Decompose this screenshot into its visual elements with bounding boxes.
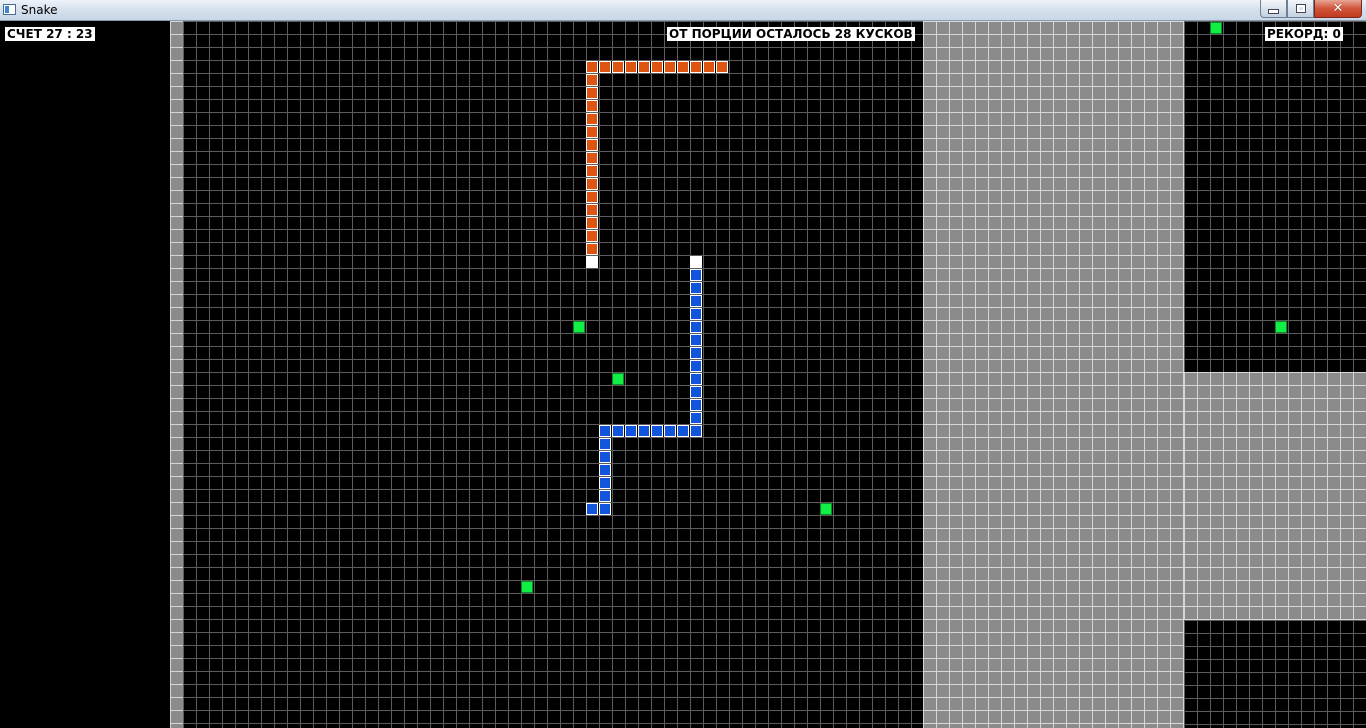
snake-blue-segment xyxy=(664,425,676,437)
food-item xyxy=(573,321,585,333)
snake-orange-segment xyxy=(690,61,702,73)
snake-orange-segment xyxy=(586,87,598,99)
app-icon xyxy=(3,4,16,15)
snake-blue-segment xyxy=(677,425,689,437)
snake-blue-segment xyxy=(690,360,702,372)
snake-blue-segment xyxy=(690,334,702,346)
snake-blue-segment xyxy=(690,282,702,294)
right-wall-block xyxy=(1184,372,1366,620)
snake-orange-segment xyxy=(586,113,598,125)
snake-blue-segment xyxy=(690,295,702,307)
wall-block xyxy=(923,21,1184,728)
snake-orange-segment xyxy=(716,61,728,73)
close-icon: ✕ xyxy=(1332,1,1344,16)
snake-blue-segment xyxy=(638,425,650,437)
snake-orange-segment xyxy=(625,61,637,73)
right-field-bottom xyxy=(1184,620,1366,728)
snake-blue-segment xyxy=(599,425,611,437)
left-panel xyxy=(0,21,170,728)
snake-orange-segment xyxy=(586,126,598,138)
snake-orange-segment xyxy=(651,61,663,73)
food-item xyxy=(1275,321,1287,333)
snake-blue-segment xyxy=(690,321,702,333)
right-field-top xyxy=(1184,21,1366,372)
snake-orange-segment xyxy=(586,152,598,164)
snake-blue-segment xyxy=(690,347,702,359)
snake-blue-head xyxy=(690,256,702,268)
snake-orange-segment xyxy=(586,204,598,216)
snake-orange-segment xyxy=(664,61,676,73)
snake-orange-segment xyxy=(586,217,598,229)
food-item xyxy=(820,503,832,515)
game-area[interactable]: СЧЕТ 27 : 23 ОТ ПОРЦИИ ОСТАЛОСЬ 28 КУСКО… xyxy=(0,21,1366,728)
snake-orange-segment xyxy=(586,178,598,190)
snake-blue-segment xyxy=(690,399,702,411)
snake-blue-segment xyxy=(651,425,663,437)
snake-blue-segment xyxy=(599,464,611,476)
window-title: Snake xyxy=(21,3,58,17)
portion-remaining-label: ОТ ПОРЦИИ ОСТАЛОСЬ 28 КУСКОВ xyxy=(667,27,915,41)
restore-icon xyxy=(1295,4,1306,13)
snake-blue-segment xyxy=(599,438,611,450)
food-item xyxy=(612,373,624,385)
snake-orange-segment xyxy=(586,191,598,203)
snake-blue-segment xyxy=(599,490,611,502)
snake-blue-segment xyxy=(599,451,611,463)
snake-orange-segment xyxy=(612,61,624,73)
minimize-icon xyxy=(1268,9,1279,14)
close-button[interactable]: ✕ xyxy=(1314,0,1362,18)
left-wall xyxy=(170,21,183,728)
snake-orange-segment xyxy=(586,139,598,151)
snake-blue-segment xyxy=(690,412,702,424)
snake-orange-segment xyxy=(599,61,611,73)
snake-blue-segment xyxy=(690,386,702,398)
snake-orange-segment xyxy=(586,230,598,242)
score-label: СЧЕТ 27 : 23 xyxy=(5,27,95,41)
snake-blue-segment xyxy=(690,373,702,385)
playfield xyxy=(183,21,923,728)
snake-orange-segment xyxy=(586,74,598,86)
maximize-button[interactable] xyxy=(1287,0,1314,18)
snake-orange-segment xyxy=(677,61,689,73)
snake-orange-segment xyxy=(586,100,598,112)
snake-blue-segment xyxy=(690,425,702,437)
snake-blue-segment xyxy=(586,503,598,515)
snake-orange-segment xyxy=(703,61,715,73)
snake-blue-segment xyxy=(612,425,624,437)
snake-orange-segment xyxy=(586,243,598,255)
snake-orange-segment xyxy=(638,61,650,73)
snake-blue-segment xyxy=(599,503,611,515)
food-item xyxy=(521,581,533,593)
food-item xyxy=(1210,22,1222,34)
record-label: РЕКОРД: 0 xyxy=(1265,27,1343,41)
window-title-bar[interactable]: Snake ✕ xyxy=(0,0,1366,21)
snake-blue-segment xyxy=(599,477,611,489)
snake-orange-head xyxy=(586,256,598,268)
snake-blue-segment xyxy=(690,308,702,320)
snake-orange-segment xyxy=(586,61,598,73)
snake-blue-segment xyxy=(625,425,637,437)
snake-orange-segment xyxy=(586,165,598,177)
snake-blue-segment xyxy=(690,269,702,281)
minimize-button[interactable] xyxy=(1260,0,1287,18)
